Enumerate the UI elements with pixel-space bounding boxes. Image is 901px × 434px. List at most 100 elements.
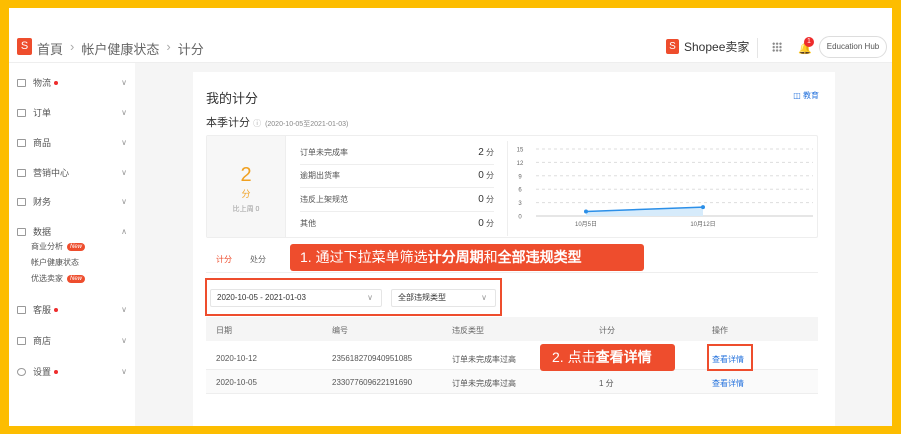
text: 和 <box>483 249 498 265</box>
annotation-step2: 2. 点击查看详情 <box>540 344 675 371</box>
col-id: 编号 <box>332 326 348 335</box>
label: 逾期出货率 <box>300 171 340 181</box>
sidebar-item-settings[interactable]: 设置 ∨ <box>17 365 127 378</box>
season-range: (2020-10-05至2021-01-03) <box>265 121 349 128</box>
top-header: S 首頁 › 帐户健康状态 › 计分 S Shopee卖家 🔔 1 Education … <box>9 8 892 63</box>
view-details-link[interactable]: 查看详情 <box>712 378 744 389</box>
label: 其他 <box>300 218 316 228</box>
text: 查看详情 <box>595 349 652 365</box>
y-tick-label: 9 <box>518 174 522 180</box>
sidebar: 物流 ∨ 订单 ∨ 商品 ∨ 营销中心 ∨ 财务 ∨ 数据 ∧ 商业分析 New 帐户健康状态… <box>9 63 135 426</box>
chevron-down-icon: ∨ <box>121 367 127 376</box>
value: 0 <box>478 193 484 205</box>
divider <box>757 38 758 58</box>
divider <box>206 272 818 273</box>
id: 235618270940951085 <box>332 354 413 363</box>
y-tick-label: 6 <box>518 188 522 194</box>
chevron-down-icon: ∨ <box>121 108 127 117</box>
label: 数据 <box>33 227 52 237</box>
breadcrumb-score: 计分 <box>177 42 204 57</box>
sidebar-item-products[interactable]: 商品 ∨ <box>17 136 127 149</box>
label: 商业分析 <box>31 242 63 251</box>
sidebar-item-finance[interactable]: 财务 ∨ <box>17 195 127 208</box>
col-type: 违反类型 <box>452 326 484 335</box>
apps-grid-icon[interactable] <box>772 42 782 52</box>
y-tick-label: 0 <box>518 215 522 221</box>
education-hub-button[interactable]: Education Hub <box>819 36 887 58</box>
date: 2020-10-05 <box>216 378 257 387</box>
unit: 分 <box>486 218 494 228</box>
season-heading: 本季计分 ⓘ (2020-10-05至2021-01-03) <box>206 114 348 130</box>
filter-highlight <box>205 278 502 316</box>
label: 物流 <box>33 78 52 88</box>
new-badge: New <box>67 274 86 283</box>
breakdown-row: 其他 0 分 <box>300 212 494 236</box>
total-score-value: 2 <box>240 164 252 186</box>
view-details-highlight <box>707 344 753 371</box>
type: 订单未完成率过高 <box>452 379 516 388</box>
col-date: 日期 <box>216 326 232 335</box>
tab-score[interactable]: 计分 <box>216 254 232 265</box>
label: 订单 <box>33 108 52 118</box>
unit: 分 <box>486 147 494 157</box>
sidebar-subitem-preferred-seller[interactable]: 优选卖家 New <box>31 273 86 284</box>
breadcrumb-home[interactable]: 首頁 <box>37 39 63 58</box>
shopee-logo-icon[interactable]: S <box>17 38 32 55</box>
chevron-down-icon: ∨ <box>121 336 127 345</box>
value: 2 <box>478 146 484 158</box>
breadcrumb-account-health[interactable]: 帐户健康状态 <box>81 39 159 58</box>
col-action: 操作 <box>712 326 728 335</box>
sidebar-item-orders[interactable]: 订单 ∨ <box>17 106 127 119</box>
chevron-up-icon: ∧ <box>121 227 127 236</box>
table-header: 日期 编号 违反类型 计分 操作 <box>206 317 818 341</box>
education-link[interactable]: ◫ 教育 <box>793 90 819 101</box>
bell-icon[interactable]: 🔔 1 <box>798 37 814 55</box>
red-dot <box>54 80 59 85</box>
value: 0 <box>478 217 484 229</box>
label: 营销中心 <box>33 168 70 178</box>
label: 教育 <box>803 91 819 100</box>
box-icon <box>17 138 26 147</box>
order-icon <box>17 108 26 117</box>
sidebar-subitem-business-insights[interactable]: 商业分析 New <box>31 241 86 252</box>
shop-icon <box>17 336 26 345</box>
sidebar-item-data[interactable]: 数据 ∧ <box>17 225 127 238</box>
x-tick-label: 10月12日 <box>690 221 715 228</box>
text: 1. 通过下拉菜单筛选 <box>300 249 428 265</box>
chevron-down-icon: ∨ <box>121 78 127 87</box>
sidebar-item-logistics[interactable]: 物流 ∨ <box>17 76 127 89</box>
chevron-down-icon: ∨ <box>121 168 127 177</box>
sidebar-item-marketing[interactable]: 营销中心 ∨ <box>17 166 127 179</box>
label: 违反上架规范 <box>300 194 348 204</box>
notification-badge: 1 <box>804 37 814 47</box>
label: 帐户健康状态 <box>31 258 79 267</box>
id: 233077609622191690 <box>332 378 413 387</box>
col-score: 计分 <box>599 326 615 335</box>
score-card: 我的计分 ◫ 教育 本季计分 ⓘ (2020-10-05至2021-01-03) … <box>193 72 835 426</box>
date: 2020-10-12 <box>216 354 257 363</box>
label: 商品 <box>33 138 52 148</box>
score-trend-chart: 0 3 6 9 12 15 10月5日 10月12日 <box>507 141 817 236</box>
text: 全部违规类型 <box>497 249 582 265</box>
data-point <box>584 209 588 214</box>
y-tick-label: 15 <box>517 148 524 154</box>
y-tick-label: 12 <box>517 161 524 167</box>
breakdown-row: 逾期出货率 0 分 <box>300 165 494 188</box>
value: 0 <box>478 170 484 182</box>
book-icon: ◫ <box>793 91 803 100</box>
breakdown-row: 订单未完成率 2 分 <box>300 141 494 165</box>
tab-penalty[interactable]: 处分 <box>250 254 266 265</box>
sidebar-subitem-account-health[interactable]: 帐户健康状态 <box>31 257 79 268</box>
score: 1 分 <box>599 379 614 388</box>
score-breakdown: 订单未完成率 2 分 逾期出货率 0 分 违反上架规范 0 分 其他 0 分 <box>300 141 494 235</box>
help-icon[interactable]: ⓘ <box>253 119 261 128</box>
chat-icon <box>17 305 26 314</box>
data-point <box>701 205 705 210</box>
label: 财务 <box>33 197 52 207</box>
sidebar-item-customer-service[interactable]: 客服 ∨ <box>17 303 127 316</box>
chevron-down-icon: ∨ <box>121 197 127 206</box>
label: 客服 <box>33 305 52 315</box>
brand-label: Shopee卖家 <box>684 40 750 54</box>
brand[interactable]: S Shopee卖家 <box>666 38 749 55</box>
sidebar-item-shop[interactable]: 商店 ∨ <box>17 334 127 347</box>
